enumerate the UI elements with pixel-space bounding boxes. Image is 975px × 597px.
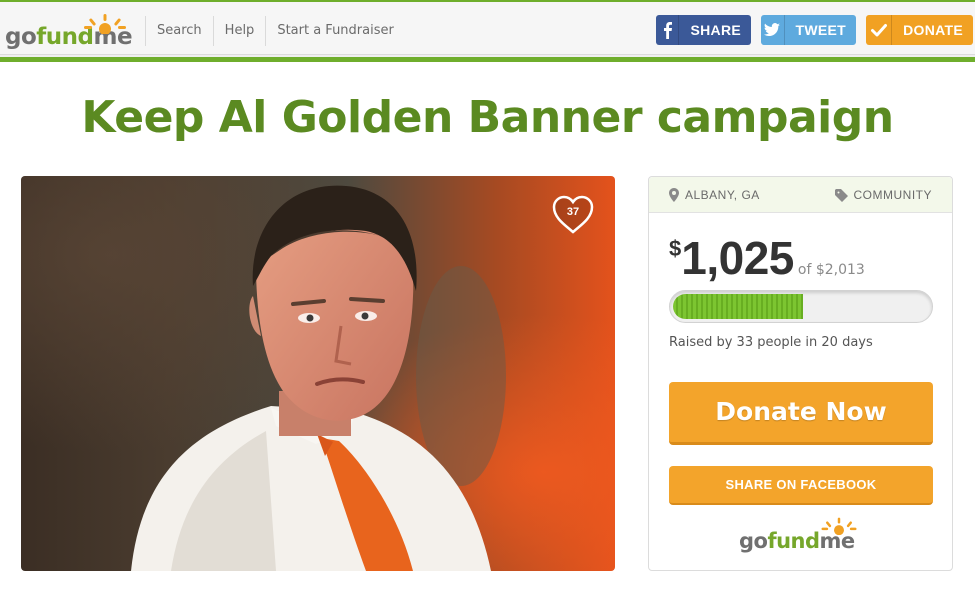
raised-by-text: Raised by 33 people in 20 days <box>669 335 873 350</box>
share-on-facebook-button[interactable]: SHARE ON FACEBOOK <box>669 466 933 505</box>
campaign-meta: ALBANY, GA COMMUNITY <box>649 177 952 213</box>
goal-amount: of $2,013 <box>797 262 865 278</box>
hearts-like-button[interactable]: 37 <box>551 195 595 235</box>
facebook-icon <box>656 15 680 45</box>
category-label[interactable]: COMMUNITY <box>834 188 933 202</box>
nav-start-fundraiser-link[interactable]: Start a Fundraiser <box>265 16 405 46</box>
amount-raised-value: 1,025 <box>681 232 794 284</box>
hearts-count: 37 <box>566 206 580 218</box>
donate-now-button[interactable]: Donate Now <box>669 382 933 445</box>
facebook-share-button[interactable]: SHARE <box>656 15 751 45</box>
location-label[interactable]: ALBANY, GA <box>669 188 760 202</box>
progress-bar <box>669 290 933 323</box>
tag-icon <box>834 188 848 202</box>
top-navigation-bar: gofundme Search Help Start a Fundraiser … <box>0 0 975 55</box>
twitter-icon <box>761 15 785 45</box>
sun-rays-icon <box>821 517 857 535</box>
progress-fill <box>673 294 803 319</box>
main-nav: Search Help Start a Fundraiser <box>145 16 405 46</box>
nav-search-link[interactable]: Search <box>145 16 213 46</box>
campaign-photo <box>21 176 615 571</box>
checkmark-icon <box>866 15 893 45</box>
donation-sidebar: ALBANY, GA COMMUNITY $ 1,025 of $2,013 R… <box>648 176 953 571</box>
campaign-title: Keep Al Golden Banner campaign <box>81 92 894 143</box>
sun-rays-icon <box>84 14 126 34</box>
tweet-button[interactable]: TWEET <box>761 15 856 45</box>
amount-raised: $ 1,025 of $2,013 <box>669 232 865 284</box>
donate-header-button[interactable]: DONATE <box>866 15 973 45</box>
gofundme-footer-logo[interactable]: gofundme <box>739 517 864 557</box>
gofundme-logo[interactable]: gofundme <box>5 14 133 50</box>
campaign-photo-illustration <box>21 176 615 571</box>
nav-help-link[interactable]: Help <box>212 16 266 46</box>
location-pin-icon <box>669 188 679 202</box>
